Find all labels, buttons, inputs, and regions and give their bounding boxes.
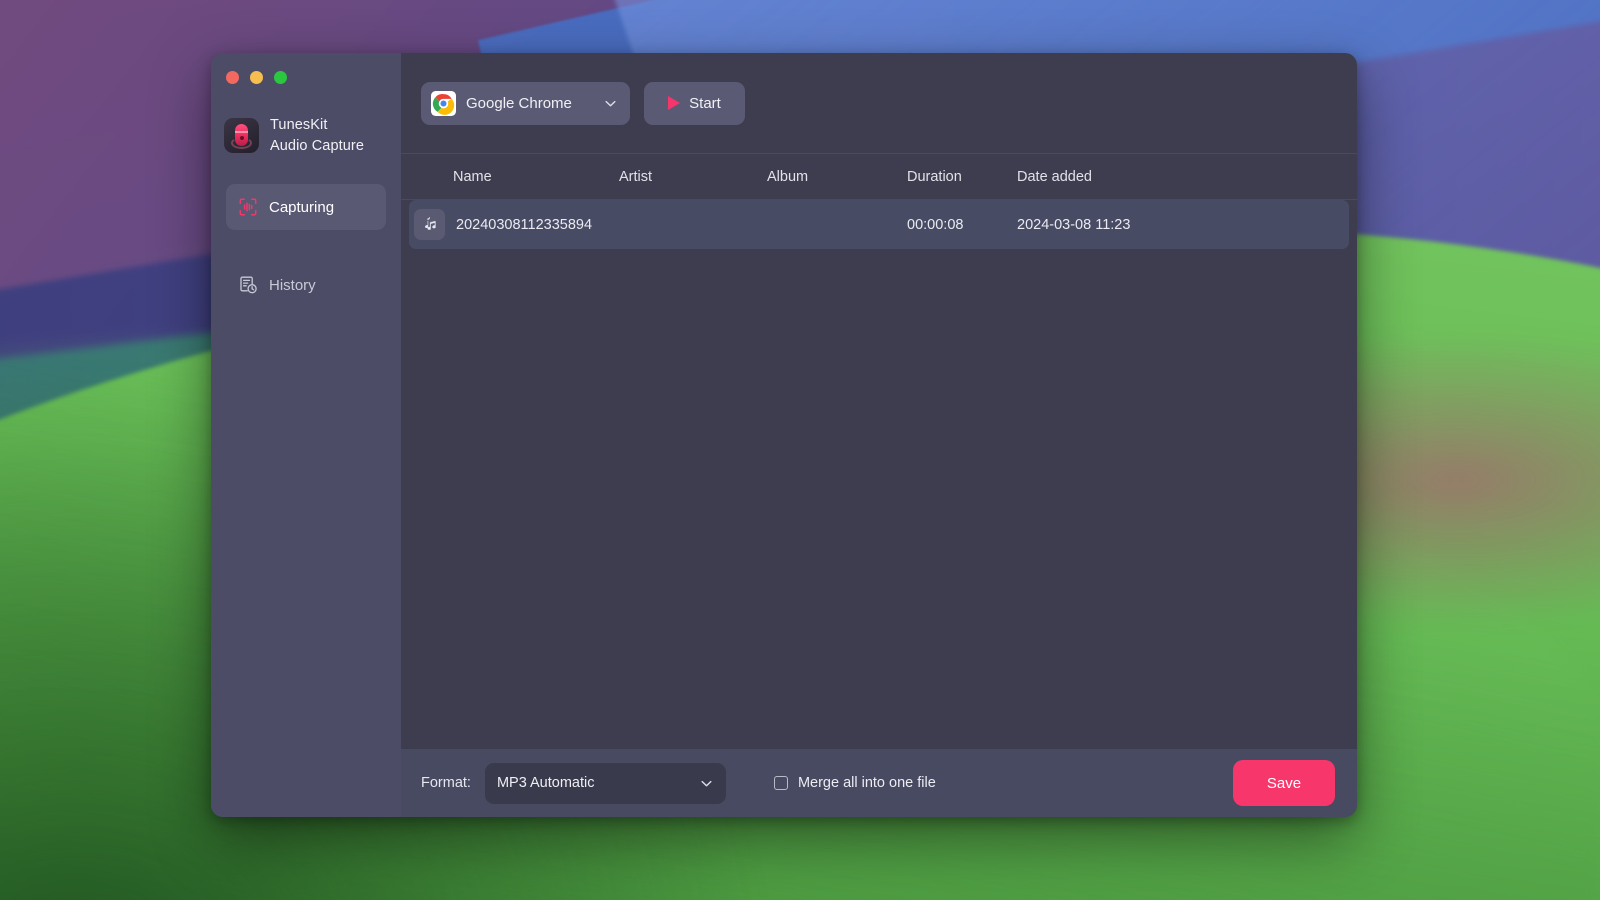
- recordings-table: Name Artist Album Duration Date added 20…: [401, 154, 1357, 749]
- mic-halo-shape: [231, 137, 252, 150]
- minimize-window-button[interactable]: [250, 71, 263, 84]
- sidebar-item-history[interactable]: History: [226, 262, 386, 308]
- waveform-capture-icon: [238, 197, 258, 217]
- tuneskit-app-icon: [224, 118, 259, 154]
- column-header-artist[interactable]: Artist: [619, 169, 767, 185]
- main-content: Google Chrome Start Name Artist Album Du…: [401, 53, 1357, 817]
- table-cell-date-added: 2024-03-08 11:23: [1017, 216, 1131, 233]
- chevron-down-icon: [603, 96, 618, 111]
- column-header-name[interactable]: Name: [409, 169, 619, 185]
- sidebar-nav: Capturing History: [211, 184, 401, 308]
- format-dropdown[interactable]: MP3 Automatic: [484, 762, 726, 804]
- mic-divider-shape: [235, 131, 248, 133]
- tuneskit-audio-capture-window: TunesKit Audio Capture Capturing History…: [211, 53, 1357, 817]
- history-document-clock-icon: [238, 275, 258, 295]
- google-chrome-icon: [431, 90, 456, 116]
- save-button[interactable]: Save: [1233, 760, 1335, 806]
- desktop-wallpaper: TunesKit Audio Capture Capturing History…: [0, 0, 1600, 900]
- merge-all-label: Merge all into one file: [797, 775, 936, 791]
- table-header-row: Name Artist Album Duration Date added: [401, 154, 1357, 200]
- column-header-album[interactable]: Album: [767, 169, 907, 185]
- app-brand: TunesKit Audio Capture: [211, 93, 401, 156]
- table-row[interactable]: 20240308112335894 00:00:08 2024-03-08 11…: [409, 200, 1349, 249]
- sidebar-item-capturing[interactable]: Capturing: [226, 184, 386, 231]
- bottom-action-bar: Format: MP3 Automatic Merge all into one…: [401, 749, 1357, 817]
- sidebar: TunesKit Audio Capture Capturing History: [211, 53, 401, 817]
- sidebar-item-capturing-label: Capturing: [269, 198, 335, 216]
- start-capture-button[interactable]: Start: [644, 81, 745, 125]
- play-triangle-icon: [668, 96, 681, 110]
- app-title-line1: TunesKit: [270, 117, 328, 133]
- music-note-file-icon: [414, 209, 445, 240]
- format-value: MP3 Automatic: [496, 775, 595, 791]
- table-cell-name-text: 20240308112335894: [456, 216, 593, 233]
- close-window-button[interactable]: [226, 71, 239, 84]
- chevron-down-icon: [699, 776, 714, 791]
- start-button-label: Start: [689, 94, 721, 112]
- audio-source-dropdown[interactable]: Google Chrome: [421, 81, 630, 125]
- column-header-duration[interactable]: Duration: [907, 169, 1017, 185]
- format-label: Format:: [421, 775, 471, 791]
- audio-source-value: Google Chrome: [466, 94, 572, 112]
- column-header-date-added[interactable]: Date added: [1017, 169, 1217, 185]
- table-cell-duration: 00:00:08: [907, 216, 964, 233]
- window-traffic-lights: [211, 59, 401, 93]
- merge-all-checkbox[interactable]: [773, 776, 788, 790]
- merge-all-checkbox-group[interactable]: Merge all into one file: [773, 775, 936, 791]
- capture-toolbar: Google Chrome Start: [401, 53, 1357, 154]
- app-title: TunesKit Audio Capture: [270, 115, 364, 156]
- app-title-line2: Audio Capture: [270, 137, 364, 154]
- sidebar-item-history-label: History: [269, 276, 316, 294]
- maximize-window-button[interactable]: [274, 71, 287, 84]
- table-body: 20240308112335894 00:00:08 2024-03-08 11…: [401, 200, 1357, 749]
- table-cell-name: 20240308112335894: [409, 209, 619, 240]
